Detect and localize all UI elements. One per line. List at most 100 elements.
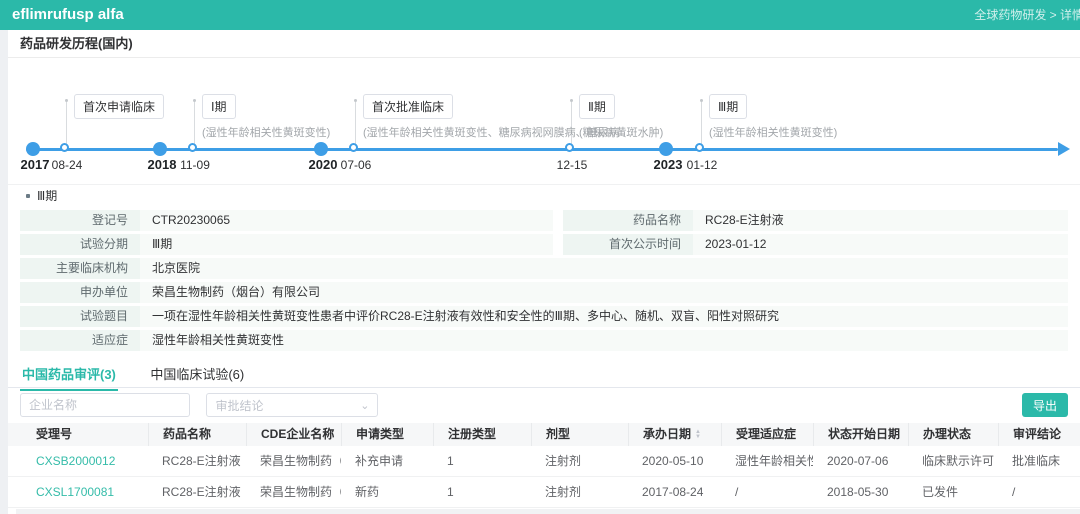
table-row[interactable]: CXSL1700081 RC28-E注射液 荣昌生物制药（烟... 新药 1 注… [8,477,1080,508]
development-timeline: 首次申请临床 Ⅰ期 首次批准临床 Ⅱ期 Ⅲ期 (湿性年龄相关性黄斑变性) (湿性… [8,58,1080,185]
cell: 注射剂 [531,446,628,476]
column-header: 注册类型 [433,423,531,446]
detail-label: 申办单位 [20,282,140,303]
detail-value: 2023-01-12 [693,234,1068,255]
timeline-arrow-icon [1058,142,1070,156]
detail-value: Ⅲ期 [140,234,553,255]
cell: 新药 [341,477,433,507]
tab-bar: 中国药品审评(3) 中国临床试验(6) [8,358,1080,388]
detail-label: 主要临床机构 [20,258,140,279]
approval-conclusion-select[interactable]: 审批结论 ⌄ [206,393,378,417]
timeline-year-dot [153,142,167,156]
milestone-label: 首次申请临床 [74,94,164,119]
timeline-date: 11-09 [180,158,210,172]
detail-label: 适应症 [20,330,140,351]
milestone-label: Ⅲ期 [709,94,747,119]
column-header-sortable[interactable]: 承办日期▲▼ [628,423,721,446]
cell: 荣昌生物制药（烟... [246,446,341,476]
detail-label: 首次公示时间 [563,234,693,255]
timeline-date: 08-24 [52,158,83,172]
timeline-axis [26,148,1058,151]
timeline-stem [701,102,702,148]
detail-value: CTR20230065 [140,210,553,231]
cell: 1 [433,446,531,476]
detail-value: 一项在湿性年龄相关性黄斑变性患者中评价RC28-E注射液有效性和安全性的Ⅲ期、多… [140,306,1068,327]
approval-conclusion-placeholder: 审批结论 [215,397,263,414]
app-header: eflimrufusp alfa 全球药物研发 > 详情 [0,0,1080,30]
review-table-header: 受理号 药品名称 CDE企业名称 申请类型 注册类型 剂型 承办日期▲▼ 受理适… [8,423,1080,446]
acceptance-number-link[interactable]: CXSL1700081 [20,477,148,507]
timeline-date: 07-06 [341,158,372,172]
milestone-indication: (湿性年龄相关性黄斑变性) [709,124,837,140]
timeline-event-dot[interactable] [349,143,358,152]
column-header: 审评结论 [998,423,1080,446]
tab-china-clinical-trials[interactable]: 中国临床试验(6) [148,358,246,389]
cell: 补充申请 [341,446,433,476]
detail-value: RC28-E注射液 [693,210,1068,231]
filter-bar: 审批结论 ⌄ 导出 [8,388,1080,423]
timeline-year-dot [659,142,673,156]
column-header: 受理适应症 [721,423,813,446]
cell: 批准临床 [998,446,1080,476]
column-header: 受理号 [20,423,148,446]
cell: / [998,477,1080,507]
column-header: 状态开始日期 [813,423,908,446]
timeline-year: 2017 [21,157,50,172]
trial-detail-table: 登记号 CTR20230065 药品名称 RC28-E注射液 试验分期 Ⅲ期 首… [8,208,1080,358]
page-title: 药品研发历程(国内) [8,30,1080,58]
bottom-divider [16,509,1080,514]
drug-title: eflimrufusp alfa [12,0,124,30]
detail-label: 试验题目 [20,306,140,327]
column-header: 药品名称 [148,423,246,446]
cell: / [721,477,813,507]
cell: 2017-08-24 [628,477,721,507]
milestone-label: Ⅱ期 [579,94,615,119]
company-name-input[interactable] [20,393,190,417]
cell: 1 [433,477,531,507]
breadcrumb[interactable]: 全球药物研发 > 详情 [974,0,1080,30]
main-panel: 药品研发历程(国内) 首次申请临床 Ⅰ期 首次批准临床 Ⅱ期 Ⅲ期 (湿性年龄相… [8,30,1080,514]
column-header: 申请类型 [341,423,433,446]
cell: 注射剂 [531,477,628,507]
timeline-event-dot[interactable] [60,143,69,152]
timeline-year: 2023 [654,157,683,172]
cell: 湿性年龄相关性黄... [721,446,813,476]
milestone-label: Ⅰ期 [202,94,236,119]
timeline-stem [66,102,67,148]
timeline-stem [194,102,195,148]
milestone-label: 首次批准临床 [363,94,453,119]
cell: 临床默示许可 [908,446,998,476]
selected-phase-label: Ⅲ期 [37,189,57,203]
tab-china-drug-review[interactable]: 中国药品审评(3) [20,358,118,391]
cell: RC28-E注射液 [148,446,246,476]
export-button[interactable]: 导出 [1022,393,1068,417]
acceptance-number-link[interactable]: CXSB2000012 [20,446,148,476]
detail-value: 湿性年龄相关性黄斑变性 [140,330,1068,351]
cell: 荣昌生物制药（烟... [246,477,341,507]
milestone-indication: (糖尿病黄斑水肿) [579,124,663,140]
cell: 2018-05-30 [813,477,908,507]
timeline-event-dot[interactable] [565,143,574,152]
review-table: 受理号 药品名称 CDE企业名称 申请类型 注册类型 剂型 承办日期▲▼ 受理适… [8,423,1080,514]
detail-label: 登记号 [20,210,140,231]
timeline-event-dot[interactable] [695,143,704,152]
bullet-icon [26,194,30,198]
cell: RC28-E注射液 [148,477,246,507]
timeline-event-dot[interactable] [188,143,197,152]
timeline-year-dot [26,142,40,156]
sort-icon[interactable]: ▲▼ [695,430,701,440]
timeline-year: 2020 [309,157,338,172]
timeline-stem [355,102,356,148]
column-header: 剂型 [531,423,628,446]
column-header: 办理状态 [908,423,998,446]
selected-phase: Ⅲ期 [8,185,1080,208]
timeline-year-dot [314,142,328,156]
column-header: CDE企业名称 [246,423,341,446]
cell: 2020-07-06 [813,446,908,476]
table-row[interactable]: CXSB2000012 RC28-E注射液 荣昌生物制药（烟... 补充申请 1… [8,446,1080,477]
cell: 2020-05-10 [628,446,721,476]
cell: 已发件 [908,477,998,507]
timeline-date: 12-15 [557,158,588,172]
detail-value: 荣昌生物制药（烟台）有限公司 [140,282,1068,303]
chevron-down-icon: ⌄ [360,399,369,412]
